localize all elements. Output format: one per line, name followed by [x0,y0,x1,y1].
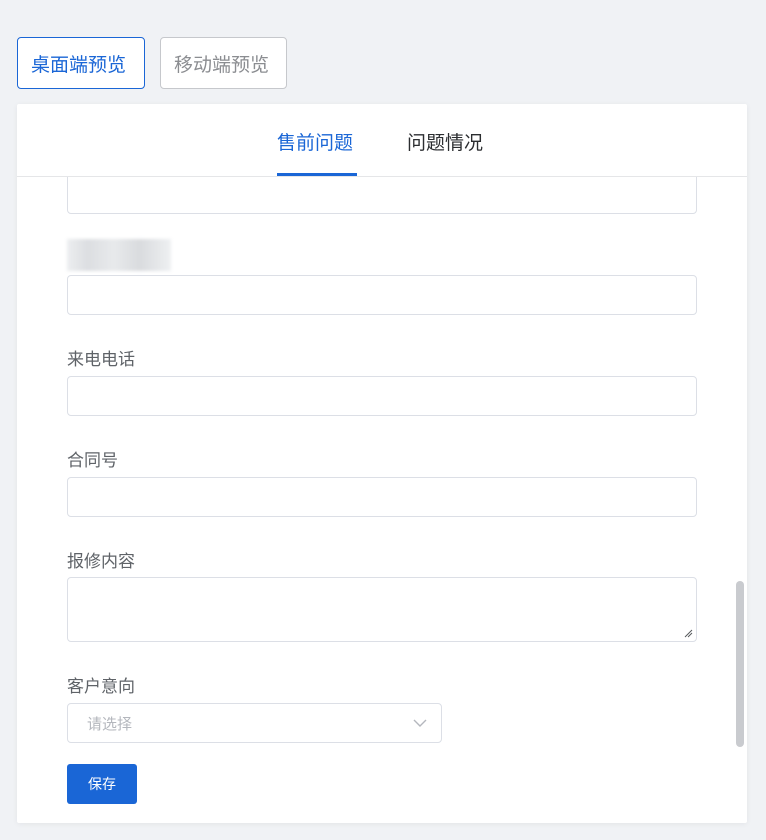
scrollbar-thumb[interactable] [736,581,744,747]
customer-intent-label: 客户意向 [67,677,135,697]
repair-content-textarea[interactable] [67,577,697,642]
chevron-down-icon [413,719,427,727]
resize-grip-icon[interactable] [684,629,693,638]
select-placeholder: 请选择 [87,715,133,733]
contract-number-input[interactable] [67,477,697,517]
tab-presale-issue[interactable]: 售前问题 [277,128,353,155]
caller-phone-label: 来电电话 [67,350,135,370]
desktop-preview-button[interactable]: 桌面端预览 [17,37,145,89]
save-button[interactable]: 保存 [67,764,137,804]
active-tab-indicator [277,173,357,176]
preview-toolbar: 桌面端预览 移动端预览 [17,37,287,89]
contract-number-label: 合同号 [67,451,118,471]
form-card: 售前问题 问题情况 来电电话 合同号 报修内容 客户意向 请选择 保存 [17,104,747,823]
customer-intent-select[interactable]: 请选择 [67,703,442,743]
tab-issue-status[interactable]: 问题情况 [407,128,483,155]
caller-phone-input[interactable] [67,376,697,416]
form-scroll-area[interactable]: 来电电话 合同号 报修内容 客户意向 请选择 保存 [17,177,747,823]
repair-content-label: 报修内容 [67,552,135,572]
partial-input-field[interactable] [67,177,697,214]
mobile-preview-button[interactable]: 移动端预览 [160,37,287,89]
redacted-field-input[interactable] [67,275,697,315]
redacted-field-label [67,239,171,271]
tab-bar: 售前问题 问题情况 [17,104,747,177]
